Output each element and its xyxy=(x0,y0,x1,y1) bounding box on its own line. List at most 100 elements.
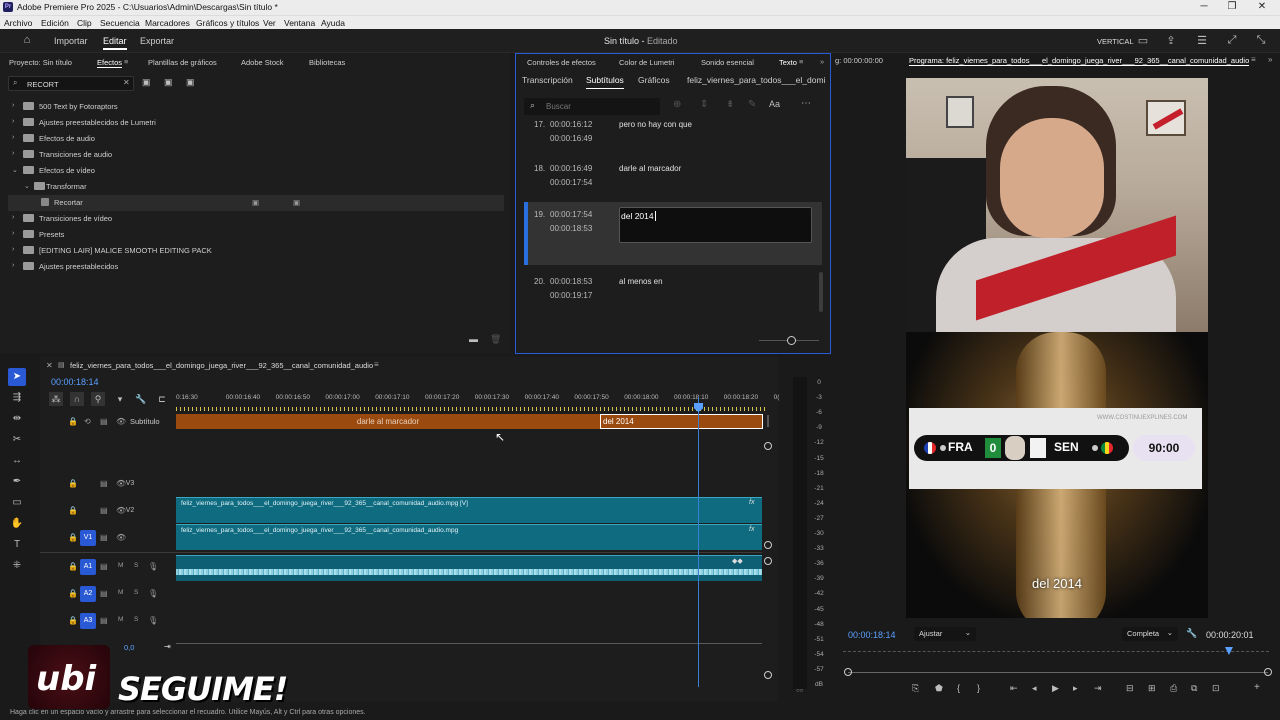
menu-edicion[interactable]: Edición xyxy=(41,18,69,28)
workspace-label[interactable]: VERTICAL xyxy=(1097,37,1134,46)
more-panels-icon[interactable]: » xyxy=(820,57,824,66)
step-forward-icon[interactable]: ▸ xyxy=(1073,683,1078,694)
menu-marcadores[interactable]: Marcadores xyxy=(145,18,190,28)
tree-item-audio-transitions[interactable]: › Transiciones de audio xyxy=(8,147,504,163)
overwrite-icon[interactable]: ⊞ xyxy=(1148,683,1156,694)
tab-effect-controls[interactable]: Controles de efectos xyxy=(527,58,596,67)
linked-selection-icon[interactable]: ⚲ xyxy=(91,392,105,406)
audio-clip-a1[interactable]: ◆◆ xyxy=(176,555,762,581)
pen-tool[interactable]: ✒ xyxy=(8,473,26,491)
tab-lumetri-color[interactable]: Color de Lumetri xyxy=(619,58,674,67)
more-options-icon[interactable]: ⋯ xyxy=(801,98,811,109)
comparison-view-icon[interactable]: ⧉ xyxy=(1191,683,1197,694)
step-back-icon[interactable]: ◂ xyxy=(1032,683,1037,694)
mark-in-icon[interactable]: { xyxy=(957,683,960,693)
zoom-icon[interactable]: ⤢ xyxy=(1225,34,1239,47)
sequence-menu-icon[interactable]: ≡ xyxy=(374,360,379,369)
add-marker-icon[interactable]: ⬟ xyxy=(935,683,943,694)
sequence-tab[interactable]: feliz_viernes_para_todos___el_domingo_ju… xyxy=(70,361,373,370)
split-caption-icon[interactable]: ⇕ xyxy=(700,99,708,110)
rectangle-tool[interactable]: ▭ xyxy=(8,494,26,512)
timeline-current-timecode[interactable]: 00:00:18:14 xyxy=(51,377,99,387)
scroll-thumb[interactable] xyxy=(767,415,769,427)
source-patch-v1[interactable]: V1 xyxy=(80,530,96,546)
minimize-button[interactable]: ─ xyxy=(1194,1,1214,12)
tab-efectos[interactable]: Efectos xyxy=(97,58,123,68)
lock-icon[interactable]: 🔒 xyxy=(68,589,78,598)
tree-item-recortar[interactable]: Recortar ▣ ▣ xyxy=(8,195,504,211)
lock-icon[interactable]: 🔒 xyxy=(68,616,78,625)
subtitle-clip[interactable]: darle al marcador xyxy=(176,414,600,429)
a-scroll-handle[interactable] xyxy=(764,557,772,565)
tree-item-video-effects[interactable]: ⌄ Efectos de vídeo xyxy=(8,163,504,179)
tab-plantillas[interactable]: Plantillas de gráficos xyxy=(148,58,217,67)
source-patch-a3[interactable]: A3 xyxy=(80,613,96,629)
zoom-handle-left[interactable] xyxy=(844,668,852,676)
go-to-end-icon[interactable]: ⇥ xyxy=(164,642,171,651)
workspaces-icon[interactable]: ▭ xyxy=(1136,34,1150,47)
menu-secuencia[interactable]: Secuencia xyxy=(100,18,140,28)
subtitle-clip-selected[interactable]: del 2014 xyxy=(600,414,763,429)
ripple-edit-tool[interactable]: ⇹ xyxy=(8,410,26,428)
quick-export-icon[interactable]: ⇪ xyxy=(1164,34,1178,47)
sync-lock-icon[interactable]: ▤ xyxy=(100,479,108,488)
fullscreen-icon[interactable]: ⤡ xyxy=(1254,34,1268,47)
merge-caption-icon[interactable]: ⇟ xyxy=(726,99,734,110)
tab-texto[interactable]: Texto xyxy=(779,58,797,67)
solo-button[interactable]: S xyxy=(134,562,138,569)
zoom-handle-right[interactable] xyxy=(1264,668,1272,676)
tab-transcripcion[interactable]: Transcripción xyxy=(522,75,573,85)
clear-search-icon[interactable]: ✕ xyxy=(123,78,130,87)
solo-button[interactable]: S xyxy=(134,589,138,596)
eye-icon[interactable]: 👁 xyxy=(116,479,126,488)
menu-archivo[interactable]: Archivo xyxy=(4,18,32,28)
razor-tool[interactable]: ✂ xyxy=(8,431,26,449)
caption-item-18[interactable]: 18. 00:00:16:49 00:00:17:54 darle al mar… xyxy=(524,164,822,194)
tab-graficos[interactable]: Gráficos xyxy=(638,75,670,85)
tree-item-presets[interactable]: › Presets xyxy=(8,227,504,243)
menu-clip[interactable]: Clip xyxy=(77,18,92,28)
captions-search-box[interactable]: ⌕ Buscar xyxy=(524,98,660,115)
add-marker-icon[interactable]: ▾ xyxy=(113,392,127,406)
v-scroll-handle[interactable] xyxy=(764,541,772,549)
lock-icon[interactable]: 🔒 xyxy=(68,562,78,571)
solo-button[interactable]: S xyxy=(134,616,138,623)
lock-icon[interactable]: 🔒 xyxy=(68,533,78,542)
master-level-value[interactable]: 0,0 xyxy=(124,643,134,652)
caption-item-20[interactable]: 20. 00:00:18:53 00:00:19:17 al menos en xyxy=(524,277,822,307)
mic-icon[interactable]: 🎙 xyxy=(148,562,158,571)
program-monitor-title[interactable]: Programa: feliz_viernes_para_todos___el_… xyxy=(909,56,1250,66)
home-icon[interactable]: ⌂ xyxy=(20,34,34,46)
sync-icon[interactable]: ⟲ xyxy=(84,417,91,426)
tab-subtitulos[interactable]: Subtítulos xyxy=(586,75,624,89)
translate-icon[interactable]: Aa xyxy=(769,99,780,109)
accelerated-effects-icon[interactable]: ▣ xyxy=(142,77,151,88)
add-caption-icon[interactable]: ⊕ xyxy=(673,99,681,110)
export-frame-icon[interactable]: ⎙ xyxy=(1170,683,1177,694)
program-zoom-bar[interactable] xyxy=(848,672,1268,673)
maximize-button[interactable]: ❐ xyxy=(1222,1,1242,12)
mute-button[interactable]: M xyxy=(118,616,123,623)
captions-display-icon[interactable]: ⊏ xyxy=(155,392,169,406)
video-clip-v2[interactable]: feliz_viernes_para_todos___el_domingo_ju… xyxy=(176,497,762,523)
captions-scrollbar[interactable] xyxy=(819,272,823,312)
edit-icon[interactable]: ✎ xyxy=(748,99,756,110)
tab-project[interactable]: Proyecto: Sin título xyxy=(9,58,72,67)
lock-icon[interactable]: 🔒 xyxy=(68,506,78,515)
lift-icon[interactable]: ⎘ xyxy=(912,683,919,694)
32bit-effects-icon[interactable]: ▣ xyxy=(164,77,173,88)
sync-lock-icon[interactable]: ▤ xyxy=(100,562,108,571)
timeline-playhead-line[interactable] xyxy=(698,397,699,687)
effects-search-box[interactable]: ⌕ RECORT ✕ xyxy=(8,76,134,91)
menu-lines-icon[interactable]: ☰ xyxy=(1195,34,1209,47)
source-patch-a2[interactable]: A2 xyxy=(80,586,96,602)
menu-ver[interactable]: Ver xyxy=(263,18,276,28)
fit-dropdown[interactable]: Ajustar ⌄ xyxy=(914,627,976,641)
sync-lock-icon[interactable]: ▤ xyxy=(100,616,108,625)
menu-graficos[interactable]: Gráficos y títulos xyxy=(196,18,259,28)
nav-importar[interactable]: Importar xyxy=(54,36,88,46)
mic-icon[interactable]: 🎙 xyxy=(148,589,158,598)
tab-adobe-stock[interactable]: Adobe Stock xyxy=(241,58,284,67)
caption-text-editor[interactable]: del 2014 xyxy=(619,207,812,243)
effects-search-input[interactable]: RECORT xyxy=(27,80,59,89)
